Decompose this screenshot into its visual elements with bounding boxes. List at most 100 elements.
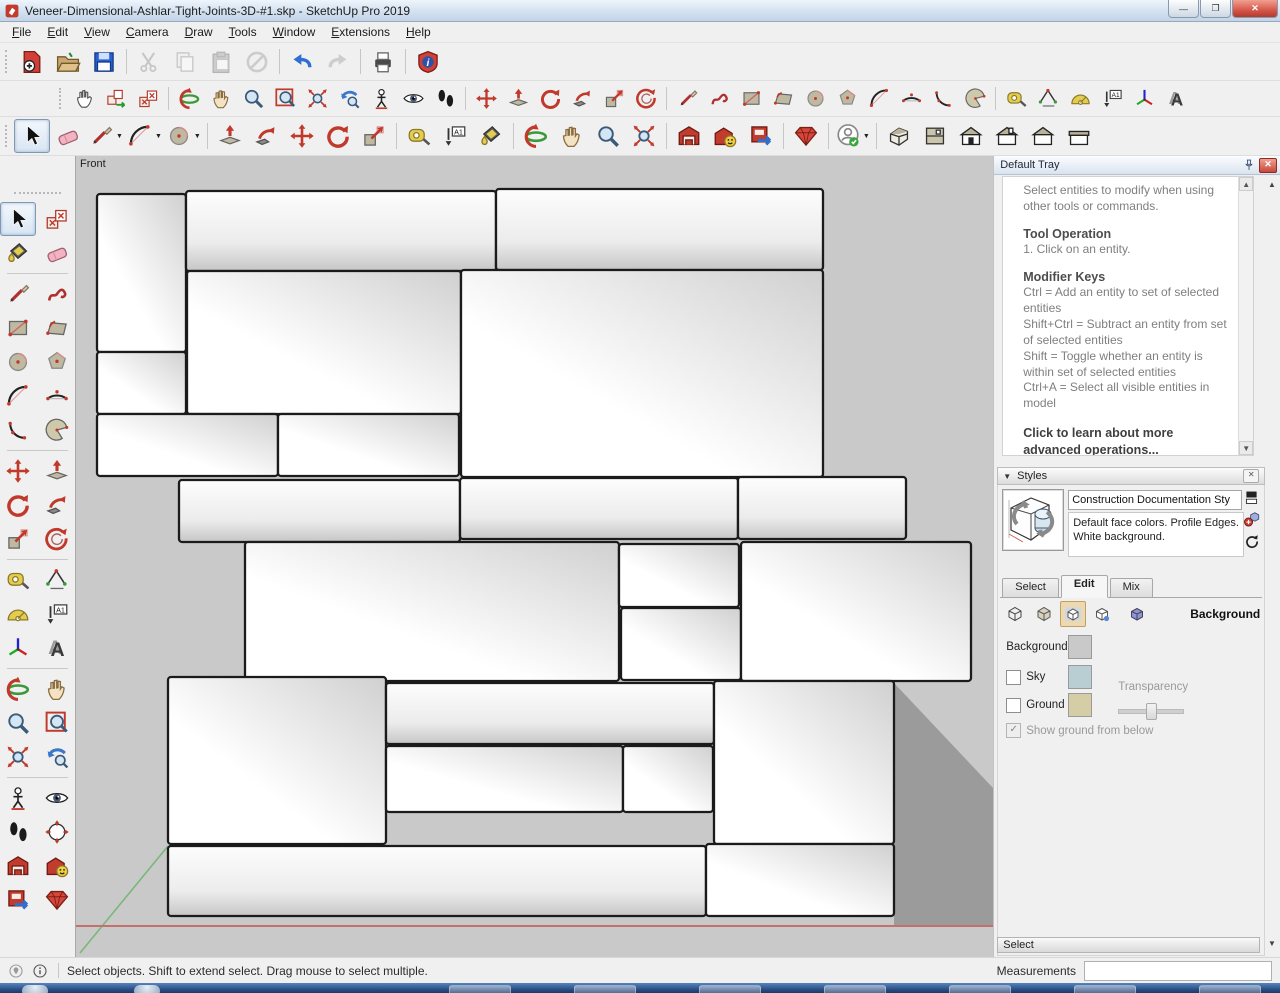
three-point-arc-button[interactable] [927, 84, 959, 114]
rotated-rectangle-button[interactable] [39, 311, 75, 345]
stone-block[interactable] [97, 352, 186, 414]
rotate-button[interactable] [320, 119, 356, 153]
make-component-button[interactable] [132, 84, 164, 114]
arc-tool-button[interactable]: ▼ [125, 119, 164, 153]
view-right-button[interactable] [1061, 119, 1097, 153]
stone-block[interactable] [97, 194, 186, 352]
stone-block[interactable] [496, 189, 823, 270]
line-button[interactable]: ▼ [86, 119, 125, 153]
tray-scroll-down-icon[interactable]: ▼ [1265, 937, 1279, 951]
offset-button[interactable] [39, 522, 75, 556]
line-button[interactable] [671, 84, 703, 114]
styles-close-button[interactable]: ✕ [1243, 469, 1259, 483]
sky-checkbox[interactable] [1006, 670, 1021, 685]
text-tool-button[interactable]: A1 [437, 119, 473, 153]
text-tool-button[interactable]: A1 [1096, 84, 1128, 114]
move-button[interactable] [470, 84, 502, 114]
instructor-learn-more-link[interactable]: Click to learn about more advanced opera… [1023, 425, 1233, 456]
view-top-button[interactable] [917, 119, 953, 153]
instructor-scrollbar[interactable]: ▲ ▼ [1238, 177, 1253, 455]
transparency-slider[interactable] [1118, 703, 1184, 714]
share-model-button[interactable] [39, 849, 75, 883]
paste-button[interactable] [203, 45, 239, 79]
follow-me-button[interactable] [248, 119, 284, 153]
three-point-arc-button[interactable] [0, 413, 36, 447]
scale-button[interactable] [0, 522, 36, 556]
stone-block[interactable] [168, 677, 386, 844]
show-ground-checkbox[interactable]: ✓ [1006, 723, 1021, 738]
rectangle-button[interactable] [735, 84, 767, 114]
stone-block[interactable] [186, 191, 496, 271]
polygon-button[interactable] [39, 345, 75, 379]
arc-tool-button[interactable] [0, 379, 36, 413]
push-pull-button[interactable] [502, 84, 534, 114]
stone-block[interactable] [623, 746, 713, 812]
tape-measure-button[interactable] [1000, 84, 1032, 114]
undo-button[interactable] [284, 45, 320, 79]
slider-thumb[interactable] [1146, 703, 1157, 720]
follow-me-button[interactable] [39, 488, 75, 522]
stone-block[interactable] [187, 271, 461, 414]
push-pull-button[interactable] [212, 119, 248, 153]
menu-camera[interactable]: Camera [118, 23, 177, 41]
scroll-down-icon[interactable]: ▼ [1239, 441, 1253, 455]
axes-button[interactable] [0, 631, 36, 665]
3d-text-button[interactable]: AA [1160, 84, 1192, 114]
menu-help[interactable]: Help [398, 23, 439, 41]
stone-block[interactable] [621, 608, 741, 680]
zoom-extents-button[interactable] [301, 84, 333, 114]
push-pull-button[interactable] [39, 454, 75, 488]
zoom-button[interactable] [590, 119, 626, 153]
geolocation-icon[interactable] [8, 963, 24, 979]
ground-checkbox[interactable] [1006, 698, 1021, 713]
paint-bucket-button[interactable] [473, 119, 509, 153]
select-section-bar[interactable]: Select [997, 937, 1260, 953]
freehand-button[interactable] [39, 277, 75, 311]
3d-warehouse-button[interactable] [671, 119, 707, 153]
stone-block[interactable] [619, 544, 739, 607]
stone-block[interactable] [278, 414, 459, 476]
3d-text-button[interactable]: AA [39, 631, 75, 665]
walk-button[interactable] [0, 815, 36, 849]
zoom-button[interactable] [237, 84, 269, 114]
edge-settings-button[interactable] [1002, 601, 1028, 627]
zoom-previous-button[interactable] [333, 84, 365, 114]
offset-button[interactable] [630, 84, 662, 114]
style-thumbnail[interactable] [1002, 489, 1064, 551]
zoom-button[interactable] [0, 706, 36, 740]
menu-extensions[interactable]: Extensions [323, 23, 398, 41]
model-canvas[interactable] [76, 156, 993, 957]
minimize-button[interactable]: — [1168, 0, 1199, 18]
styles-tab-edit[interactable]: Edit [1061, 575, 1108, 598]
menu-file[interactable]: File [4, 23, 39, 41]
select-button[interactable] [14, 119, 50, 153]
pin-icon[interactable] [1242, 158, 1256, 172]
arc-tool-button[interactable] [863, 84, 895, 114]
scroll-up-icon[interactable]: ▲ [1239, 177, 1253, 191]
menu-edit[interactable]: Edit [39, 23, 76, 41]
measurements-input[interactable] [1084, 961, 1272, 981]
ground-color-swatch[interactable] [1068, 693, 1092, 717]
look-around-button[interactable] [397, 84, 429, 114]
scale-button[interactable] [356, 119, 392, 153]
pan-button[interactable] [554, 119, 590, 153]
tray-scrollbar[interactable]: ▲ ▼ [1265, 178, 1279, 933]
model-viewport[interactable]: Front [75, 156, 993, 957]
secondary-pane-icon[interactable] [1243, 489, 1260, 506]
tape-measure-button[interactable] [401, 119, 437, 153]
stone-block[interactable] [386, 746, 623, 812]
eraser-button[interactable] [50, 119, 86, 153]
share-model-button[interactable] [707, 119, 743, 153]
walk-button[interactable] [429, 84, 461, 114]
stone-block[interactable] [738, 477, 906, 539]
print-button[interactable] [365, 45, 401, 79]
zoom-window-button[interactable] [269, 84, 301, 114]
sign-in-button[interactable]: ▼ [833, 119, 872, 153]
watermark-settings-button[interactable] [1089, 601, 1115, 627]
stone-block[interactable] [97, 414, 278, 476]
extension-warehouse-button[interactable] [743, 119, 779, 153]
restore-button[interactable]: ❐ [1200, 0, 1231, 18]
stone-block[interactable] [179, 480, 460, 542]
toolbar-grip[interactable] [5, 50, 10, 72]
stone-block[interactable] [245, 542, 619, 681]
